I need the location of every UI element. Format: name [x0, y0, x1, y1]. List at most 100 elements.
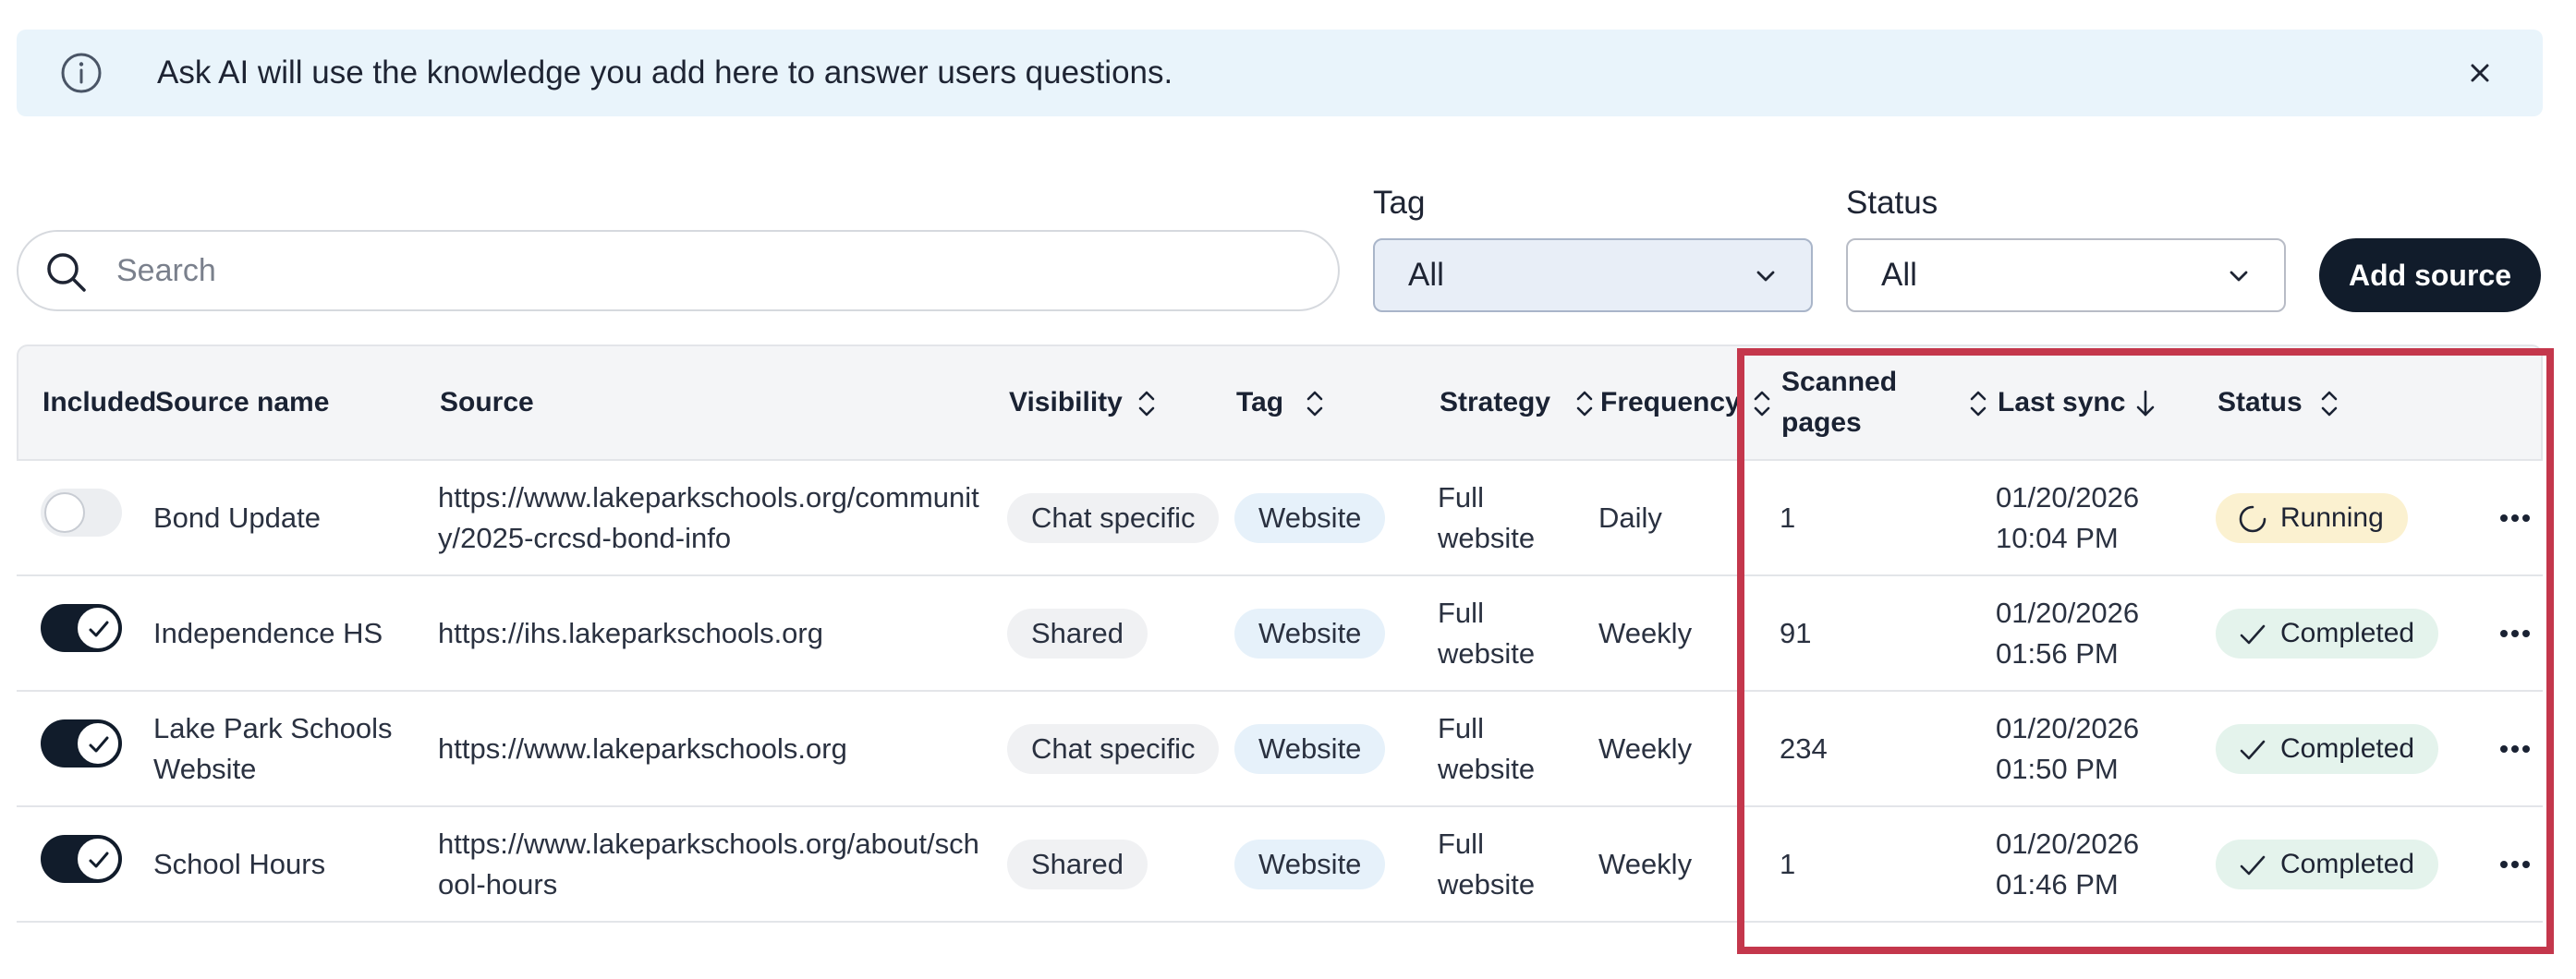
more-options-icon[interactable] — [2497, 615, 2533, 652]
table-row[interactable]: Independence HS https://ihs.lakeparkscho… — [17, 576, 2543, 692]
sort-descending-icon[interactable] — [2134, 387, 2157, 420]
status-badge: Completed — [2216, 840, 2439, 889]
status-text: Completed — [2280, 618, 2415, 648]
status-filter-select[interactable]: All — [1846, 238, 2286, 312]
source-name: Independence HS — [153, 617, 383, 649]
column-header-scanned-pages-line1[interactable]: Scanned — [1781, 362, 1897, 403]
scanned-pages: 91 — [1780, 617, 1812, 649]
scanned-pages: 1 — [1780, 848, 1796, 880]
strategy: Full — [1438, 828, 1484, 860]
column-header-visibility[interactable]: Visibility — [1009, 382, 1123, 423]
column-header-source-name: Source name — [155, 387, 330, 417]
sort-icon[interactable] — [2319, 388, 2339, 419]
sort-icon[interactable] — [1968, 388, 1988, 419]
chevron-down-icon — [2230, 271, 2248, 282]
search-icon — [47, 253, 86, 292]
check-icon — [2240, 740, 2266, 760]
last-sync-time: 01:56 PM — [1996, 637, 2119, 670]
column-header-source: Source — [440, 387, 534, 417]
status-filter-label: Status — [1846, 185, 1938, 221]
included-toggle[interactable] — [41, 719, 122, 767]
table-header: Included Source name Source Visibility T… — [17, 344, 2543, 461]
visibility-badge: Chat specific — [1007, 493, 1220, 543]
source-url: https://www.lakeparkschools.org/communit — [438, 481, 979, 514]
toggle-knob — [78, 608, 118, 648]
close-banner-button[interactable] — [2461, 54, 2498, 91]
visibility-badge: Shared — [1007, 840, 1148, 889]
banner-text: Ask AI will use the knowledge you add he… — [157, 54, 1173, 91]
check-icon — [89, 736, 109, 753]
column-header-tag[interactable]: Tag — [1236, 382, 1283, 423]
check-icon — [2240, 855, 2266, 876]
status-badge: Running — [2216, 493, 2408, 543]
source-url: https://www.lakeparkschools.org/about/sc… — [438, 828, 979, 860]
chevron-down-icon — [1756, 271, 1775, 282]
source-url-wrap: y/2025-crcsd-bond-info — [438, 522, 732, 554]
status-badge: Completed — [2216, 724, 2439, 774]
source-url: https://ihs.lakeparkschools.org — [438, 617, 823, 649]
more-options-icon[interactable] — [2497, 731, 2533, 767]
last-sync-time: 10:04 PM — [1996, 522, 2119, 554]
sort-icon[interactable] — [1752, 388, 1772, 419]
column-header-last-sync[interactable]: Last sync — [1998, 382, 2125, 423]
status-badge: Completed — [2216, 609, 2439, 659]
last-sync-time: 01:46 PM — [1996, 868, 2119, 900]
info-icon — [61, 53, 102, 93]
column-header-scanned-pages-line2[interactable]: pages — [1781, 403, 1862, 443]
last-sync-date: 01/20/2026 — [1996, 597, 2140, 629]
toggle-knob — [44, 492, 85, 533]
status-text: Completed — [2280, 849, 2415, 879]
sort-icon[interactable] — [1136, 388, 1157, 419]
add-source-button[interactable]: Add source — [2319, 238, 2541, 312]
more-options-icon[interactable] — [2497, 500, 2533, 537]
search-box[interactable] — [17, 230, 1340, 311]
close-icon[interactable] — [2470, 63, 2490, 83]
sort-icon[interactable] — [1574, 388, 1595, 419]
visibility-badge: Shared — [1007, 609, 1148, 659]
last-sync-date: 01/20/2026 — [1996, 828, 2140, 860]
last-sync-time: 01:50 PM — [1996, 753, 2119, 785]
info-banner: Ask AI will use the knowledge you add he… — [17, 30, 2543, 116]
source-url-wrap: ool-hours — [438, 868, 558, 900]
more-options-icon[interactable] — [2497, 846, 2533, 883]
tag-filter-value: All — [1408, 257, 1444, 293]
included-toggle[interactable] — [41, 604, 122, 652]
check-icon — [89, 852, 109, 868]
table-row[interactable]: Bond Update https://www.lakeparkschools.… — [17, 461, 2543, 576]
strategy-wrap: website — [1438, 522, 1536, 554]
tag-filter-label: Tag — [1373, 185, 1426, 221]
status-text: Running — [2280, 502, 2384, 533]
strategy-wrap: website — [1438, 753, 1536, 785]
toggle-knob — [78, 839, 118, 879]
check-icon — [2240, 624, 2266, 645]
search-input[interactable] — [116, 234, 1299, 308]
source-name: Bond Update — [153, 502, 321, 534]
column-header-frequency[interactable]: Frequency — [1600, 382, 1741, 423]
tag-badge: Website — [1234, 840, 1386, 889]
frequency: Weekly — [1598, 732, 1693, 765]
column-header-status[interactable]: Status — [2218, 382, 2303, 423]
status-text: Completed — [2280, 733, 2415, 764]
source-name: School Hours — [153, 848, 326, 880]
toggle-knob — [78, 723, 118, 764]
strategy-wrap: website — [1438, 637, 1536, 670]
spinner-icon — [2239, 505, 2266, 533]
column-header-included: Included — [43, 387, 157, 417]
strategy: Full — [1438, 481, 1484, 514]
source-url: https://www.lakeparkschools.org — [438, 732, 847, 765]
frequency: Daily — [1598, 502, 1662, 534]
sort-icon[interactable] — [1305, 388, 1325, 419]
table-row[interactable]: School Hours https://www.lakeparkschools… — [17, 807, 2543, 923]
tag-badge: Website — [1234, 493, 1386, 543]
last-sync-date: 01/20/2026 — [1996, 481, 2140, 514]
included-toggle[interactable] — [41, 835, 122, 883]
frequency: Weekly — [1598, 848, 1693, 880]
included-toggle[interactable] — [41, 489, 122, 537]
strategy: Full — [1438, 712, 1484, 744]
table-row[interactable]: Lake Park Schools Website https://www.la… — [17, 692, 2543, 807]
tag-badge: Website — [1234, 609, 1386, 659]
source-name-wrap: Website — [153, 753, 257, 785]
column-header-strategy[interactable]: Strategy — [1440, 382, 1550, 423]
tag-filter-select[interactable]: All — [1373, 238, 1813, 312]
last-sync-date: 01/20/2026 — [1996, 712, 2140, 744]
